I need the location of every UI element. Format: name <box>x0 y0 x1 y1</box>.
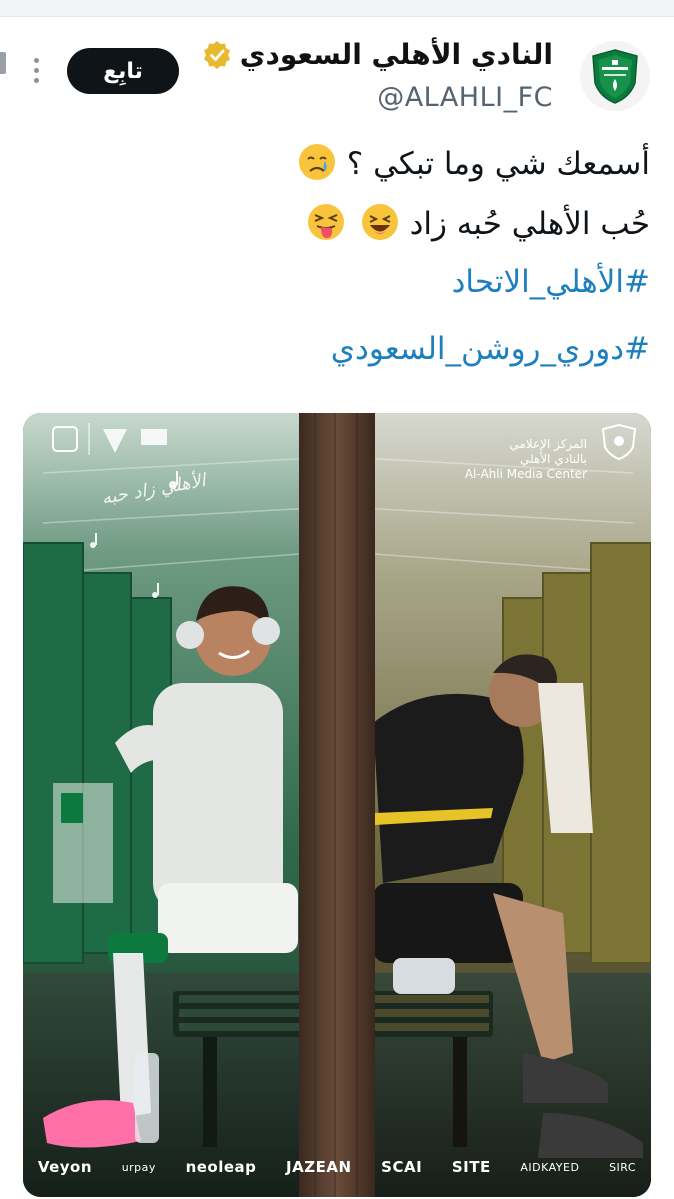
media-center-en: Al-Ahli Media Center <box>464 467 587 481</box>
tweet-line-2: حُب الأهلي حُبه زاد <box>24 202 650 242</box>
hashtag-link-1[interactable]: #الأهلي_الاتحاد <box>24 264 650 300</box>
scroll-indicator <box>0 52 6 74</box>
more-options-icon[interactable] <box>26 58 46 88</box>
sponsor-aidkayed: AIDKAYED <box>520 1160 580 1174</box>
top-divider <box>0 0 674 17</box>
laughing-face-emoji <box>361 204 398 240</box>
tweet-line-2-text: حُب الأهلي حُبه زاد <box>409 206 650 242</box>
tweet-media-image[interactable]: المركز الإعلامي بالنادي الأهلي Al-Ahli M… <box>23 413 651 1197</box>
sponsor-neoleap: neoleap <box>185 1158 257 1176</box>
squinting-tongue-emoji <box>307 204 344 240</box>
media-center-ar: المركز الإعلامي <box>509 437 587 451</box>
hashtag-link-2[interactable]: #دوري_روشن_السعودي <box>24 331 650 367</box>
account-name-row[interactable]: النادي الأهلي السعودي <box>202 38 553 71</box>
media-center-club-ar: بالنادي الأهلي <box>520 452 587 466</box>
verified-badge-icon <box>203 40 230 69</box>
sponsor-sirc: SIRC <box>609 1160 637 1174</box>
crying-face-emoji <box>298 144 335 180</box>
tweet-line-1-text: أسمعك شي وما تبكي ؟ <box>346 146 650 182</box>
account-handle[interactable]: @ALAHLI_FC <box>377 82 553 113</box>
account-name[interactable]: النادي الأهلي السعودي <box>240 38 553 71</box>
sponsor-bar: Veyon urpay neoleap JAZEAN SCAI SITE AID… <box>23 1137 651 1197</box>
tweet-line-1: أسمعك شي وما تبكي ؟ <box>24 142 650 182</box>
sponsor-site: SITE <box>451 1158 491 1176</box>
media-center-label: المركز الإعلامي بالنادي الأهلي Al-Ahli M… <box>465 437 587 482</box>
sponsor-scai: SCAI <box>381 1158 423 1176</box>
sponsor-jazean: JAZEAN <box>286 1158 352 1176</box>
media-illustration <box>23 413 651 1197</box>
sponsor-urpay: urpay <box>121 1160 156 1174</box>
follow-button[interactable]: تابِع <box>67 48 179 94</box>
profile-avatar[interactable] <box>580 41 650 111</box>
sponsor-veyon: Veyon <box>37 1158 93 1176</box>
